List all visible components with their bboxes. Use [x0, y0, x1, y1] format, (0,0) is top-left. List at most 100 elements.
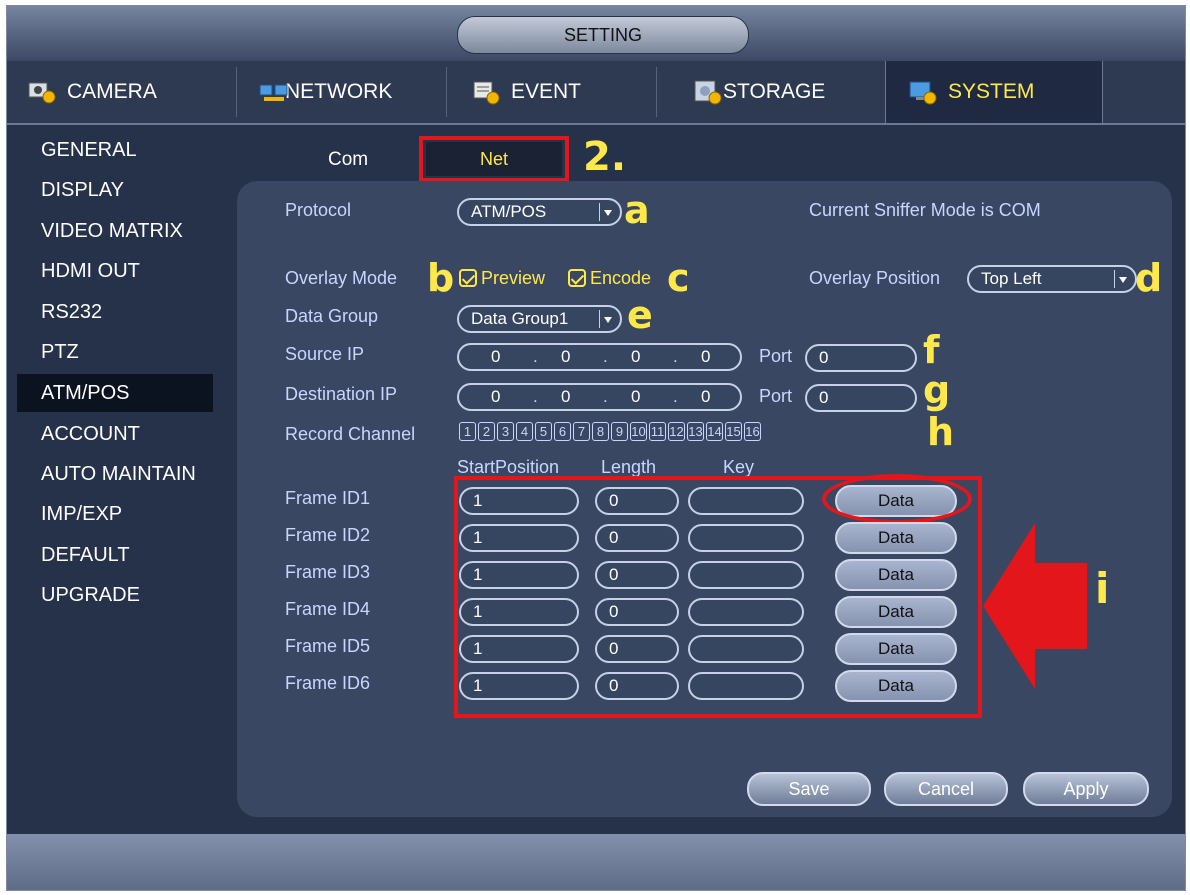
destination-ip-label: Destination IP: [285, 384, 398, 404]
destination-port-input[interactable]: 0: [805, 384, 917, 412]
length-input[interactable]: 0: [595, 524, 679, 552]
annotation-e: e: [627, 293, 653, 337]
data-group-select[interactable]: Data Group1: [457, 305, 622, 333]
key-input[interactable]: [688, 635, 804, 663]
bottom-status-bar: [7, 834, 1185, 890]
channel-checkbox[interactable]: 6: [554, 422, 571, 441]
subtab-net[interactable]: Net: [426, 142, 562, 176]
channel-checkbox[interactable]: 4: [516, 422, 533, 441]
length-input[interactable]: 0: [595, 672, 679, 700]
channel-checkbox[interactable]: 7: [573, 422, 590, 441]
length-input[interactable]: 0: [595, 487, 679, 515]
tab-system[interactable]: SYSTEM: [885, 61, 1103, 123]
frame-id-label: Frame ID4: [285, 599, 371, 619]
sidebar-item-account[interactable]: ACCOUNT: [17, 415, 213, 453]
channel-checkbox[interactable]: 16: [744, 422, 761, 441]
tab-event[interactable]: EVENT: [447, 61, 657, 123]
frame-id-label: Frame ID6: [285, 673, 371, 693]
sidebar-item-video-matrix[interactable]: VIDEO MATRIX: [17, 212, 213, 250]
sidebar-item-auto-maintain[interactable]: AUTO MAINTAIN: [17, 455, 213, 493]
protocol-label: Protocol: [285, 200, 352, 220]
start-position-input[interactable]: 1: [459, 672, 579, 700]
title-bar: SETTING: [7, 6, 1185, 61]
encode-label: Encode: [590, 268, 652, 288]
sidebar-item-general[interactable]: GENERAL: [17, 131, 213, 169]
channel-checkbox[interactable]: 15: [725, 422, 742, 441]
sidebar-item-rs232[interactable]: RS232: [17, 293, 213, 331]
preview-label: Preview: [481, 268, 546, 288]
tab-network[interactable]: NETWORK: [237, 61, 447, 123]
sidebar-item-upgrade[interactable]: UPGRADE: [17, 576, 213, 614]
frame-data-button[interactable]: Data: [835, 522, 957, 554]
tab-storage[interactable]: STORAGE: [657, 61, 867, 123]
system-gear-icon: [908, 79, 938, 105]
subtab-com[interactable]: Com: [328, 149, 368, 171]
channel-checkbox[interactable]: 14: [706, 422, 723, 441]
annotation-c: c: [667, 256, 690, 300]
channel-checkbox[interactable]: 2: [478, 422, 495, 441]
sidebar-item-imp-exp[interactable]: IMP/EXP: [17, 495, 213, 533]
key-input[interactable]: [688, 561, 804, 589]
key-input[interactable]: [688, 524, 804, 552]
frame-data-button[interactable]: Data: [835, 633, 957, 665]
destination-port-label: Port: [759, 386, 793, 406]
channel-checkbox[interactable]: 8: [592, 422, 609, 441]
start-position-input[interactable]: 1: [459, 561, 579, 589]
column-header-start-position: StartPosition: [457, 457, 560, 477]
preview-checkbox[interactable]: [459, 269, 477, 287]
frame-data-button[interactable]: Data: [835, 670, 957, 702]
cancel-button[interactable]: Cancel: [884, 772, 1008, 806]
start-position-input[interactable]: 1: [459, 487, 579, 515]
key-input[interactable]: [688, 487, 804, 515]
start-position-input[interactable]: 1: [459, 635, 579, 663]
annotation-circle-data: [822, 474, 972, 524]
column-header-key: Key: [723, 457, 755, 477]
frame-data-button[interactable]: Data: [835, 596, 957, 628]
key-input[interactable]: [688, 598, 804, 626]
sidebar-item-ptz[interactable]: PTZ: [17, 333, 213, 371]
overlay-position-label: Overlay Position: [809, 268, 941, 288]
annotation-d: d: [1135, 256, 1163, 300]
sidebar-item-display[interactable]: DISPLAY: [17, 171, 213, 209]
sidebar-item-default[interactable]: DEFAULT: [17, 536, 213, 574]
chevron-down-icon: [599, 310, 616, 328]
tab-camera[interactable]: CAMERA: [27, 61, 237, 123]
frame-id-label: Frame ID2: [285, 525, 371, 545]
dvr-settings-screen: SETTING CAMERA NETWORK EVENT STORAGE SYS…: [6, 5, 1186, 891]
overlay-mode-label: Overlay Mode: [285, 268, 398, 288]
annotation-h: h: [927, 410, 955, 454]
frame-id-label: Frame ID5: [285, 636, 371, 656]
apply-button[interactable]: Apply: [1023, 772, 1149, 806]
channel-checkbox[interactable]: 11: [649, 422, 666, 441]
start-position-input[interactable]: 1: [459, 524, 579, 552]
source-port-input[interactable]: 0: [805, 344, 917, 372]
start-position-input[interactable]: 1: [459, 598, 579, 626]
channel-checkbox[interactable]: 5: [535, 422, 552, 441]
sidebar-item-hdmi-out[interactable]: HDMI OUT: [17, 252, 213, 290]
encode-checkbox[interactable]: [568, 269, 586, 287]
source-ip-input[interactable]: 0 . 0 . 0 . 0: [457, 343, 742, 371]
frame-data-button[interactable]: Data: [835, 559, 957, 591]
overlay-position-select[interactable]: Top Left: [967, 265, 1137, 293]
channel-checkbox[interactable]: 1: [459, 422, 476, 441]
protocol-select[interactable]: ATM/POS: [457, 198, 622, 226]
settings-sidebar: GENERAL DISPLAY VIDEO MATRIX HDMI OUT RS…: [7, 125, 227, 825]
page-title: SETTING: [457, 16, 749, 54]
save-button[interactable]: Save: [747, 772, 871, 806]
destination-ip-input[interactable]: 0 . 0 . 0 . 0: [457, 383, 742, 411]
data-group-label: Data Group: [285, 306, 379, 326]
network-icon: [259, 79, 289, 105]
channel-checkbox[interactable]: 13: [687, 422, 704, 441]
channel-checkbox[interactable]: 3: [497, 422, 514, 441]
channel-checkbox[interactable]: 9: [611, 422, 628, 441]
length-input[interactable]: 0: [595, 635, 679, 663]
channel-checkbox[interactable]: 12: [668, 422, 685, 441]
channel-checkbox[interactable]: 10: [630, 422, 647, 441]
chevron-down-icon: [1114, 270, 1131, 288]
annotation-arrow-icon: [983, 523, 1087, 689]
length-input[interactable]: 0: [595, 598, 679, 626]
length-input[interactable]: 0: [595, 561, 679, 589]
annotation-step: 2.: [583, 134, 627, 180]
key-input[interactable]: [688, 672, 804, 700]
sidebar-item-atm-pos[interactable]: ATM/POS: [17, 374, 213, 412]
